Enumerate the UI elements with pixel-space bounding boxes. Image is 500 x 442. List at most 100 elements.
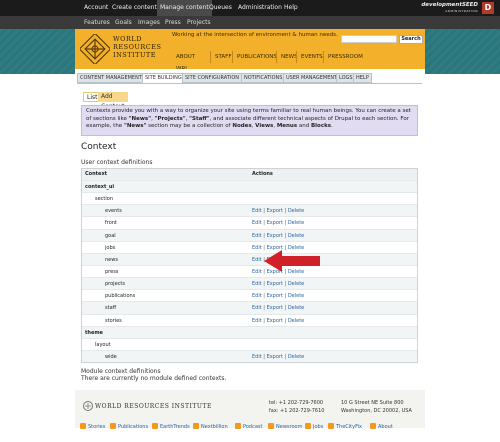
feed-link[interactable]: Newsroom <box>268 422 302 432</box>
subbar-link-features[interactable]: Features <box>84 16 110 29</box>
desc-bold: "News" <box>123 123 147 130</box>
module-contexts-title: Module context definitions <box>81 368 161 375</box>
table-row: press Edit | Export | Delete <box>82 264 417 278</box>
feed-link[interactable]: EarthTrends <box>152 422 190 432</box>
delete-link[interactable]: Delete <box>288 305 304 311</box>
feed-label: About <box>378 424 393 430</box>
search-button[interactable]: Search <box>399 35 423 44</box>
tab-site-configuration[interactable]: SITE CONFIGURATION <box>182 73 243 83</box>
tab-site-building[interactable]: SITE BUILDING <box>142 73 185 83</box>
feed-link[interactable]: Stories <box>80 422 105 432</box>
export-link[interactable]: Export <box>267 281 283 287</box>
wri-knot-logo-icon[interactable] <box>80 34 110 64</box>
edit-link[interactable]: Edit <box>252 281 262 287</box>
admin-link-create-content[interactable]: Create content <box>112 0 157 16</box>
feed-label: TheCityFix <box>336 424 362 430</box>
feed-link[interactable]: Publications <box>110 422 148 432</box>
export-link[interactable]: Export <box>267 220 283 226</box>
desc-text: and <box>297 123 311 130</box>
table-row: goal Edit | Export | Delete <box>82 228 417 241</box>
subbar-link-projects[interactable]: Projects <box>187 16 211 29</box>
edit-link[interactable]: Edit <box>252 305 262 311</box>
brand-mark-icon: D <box>482 2 494 14</box>
subbar-link-images[interactable]: Images <box>138 16 160 29</box>
context-table: Context Actions context_ui section events E… <box>81 168 418 364</box>
search-input[interactable] <box>341 35 397 43</box>
admin-link-manage-content[interactable]: Manage content <box>157 0 212 16</box>
table-row: layout <box>82 337 417 350</box>
table-row: events Edit | Export | Delete <box>82 204 417 217</box>
table-row: wide Edit | Export | Delete <box>82 349 417 363</box>
export-link[interactable]: Export <box>267 354 283 360</box>
footer-address-line1: 10 G Street NE Suite 800 <box>341 400 404 406</box>
table-row: theme <box>82 325 417 338</box>
tab-divider <box>77 83 422 84</box>
delete-link[interactable]: Delete <box>288 281 304 287</box>
table-row: staff Edit | Export | Delete <box>82 301 417 314</box>
delete-link[interactable]: Delete <box>288 293 304 299</box>
rss-icon <box>305 423 311 429</box>
rss-icon <box>152 423 158 429</box>
table-row: newsEdit | Export | Delete <box>82 252 417 265</box>
desc-bold: Blocks <box>310 123 332 130</box>
admin-link-help[interactable]: Help <box>284 0 298 16</box>
edit-link[interactable]: Edit <box>252 269 262 275</box>
feed-link[interactable]: Podcast <box>235 422 262 432</box>
feed-link[interactable]: TheCityFix <box>328 422 362 432</box>
tab-notifications[interactable]: NOTIFICATIONS <box>241 73 286 83</box>
edit-link[interactable]: Edit <box>252 354 262 360</box>
nav-publications[interactable]: PUBLICATIONS <box>232 51 281 63</box>
tab-content-management[interactable]: CONTENT MANAGEMENT <box>77 73 145 83</box>
tab-user-management[interactable]: USER MANAGEMENT <box>283 73 341 83</box>
rss-icon <box>328 423 334 429</box>
column-header-context: Context <box>85 171 108 177</box>
feed-label: Jobs <box>313 424 324 430</box>
rss-icon <box>193 423 199 429</box>
admin-link-administration[interactable]: Administration <box>238 0 282 16</box>
export-link[interactable]: Export <box>267 293 283 299</box>
export-link[interactable]: Export <box>267 305 283 311</box>
desc-bold: "Staff" <box>189 115 210 122</box>
export-link[interactable]: Export <box>267 318 283 324</box>
delete-link[interactable]: Delete <box>288 233 304 239</box>
subtab-add-context[interactable]: Add Context <box>98 92 128 110</box>
feed-label: Stories <box>88 424 106 430</box>
nav-pressroom[interactable]: PRESSROOM <box>323 51 367 63</box>
delete-link[interactable]: Delete <box>288 208 304 214</box>
admin-link-account[interactable]: Account <box>84 0 108 16</box>
delete-link[interactable]: Delete <box>288 318 304 324</box>
development-seed-logo[interactable]: developmentSEED ADMINISTRATION <box>414 2 478 14</box>
feed-label: EarthTrends <box>160 424 190 430</box>
edit-link[interactable]: Edit <box>252 318 262 324</box>
subbar-link-goals[interactable]: Goals <box>115 16 132 29</box>
org-name-line1: WORLD <box>113 35 142 43</box>
footer-address-line2: Washington, DC 20002, USA <box>341 408 412 414</box>
delete-link[interactable]: Delete <box>288 354 304 360</box>
edit-link[interactable]: Edit <box>252 293 262 299</box>
table-row: jobs Edit | Export | Delete <box>82 240 417 253</box>
edit-link[interactable]: Edit <box>252 233 262 239</box>
desc-text: . <box>331 123 333 130</box>
nav-about-wri[interactable]: ABOUT WRI <box>172 51 199 72</box>
edit-link[interactable]: Edit <box>252 257 262 263</box>
desc-bold: Menus <box>276 123 298 130</box>
export-link[interactable]: Export <box>267 208 283 214</box>
edit-link[interactable]: Edit <box>252 220 262 226</box>
feed-link[interactable]: Jobs <box>305 422 323 432</box>
tab-help[interactable]: HELP <box>353 73 372 83</box>
desc-bold: "Projects" <box>154 115 186 122</box>
table-row: section <box>82 192 417 205</box>
feed-link[interactable]: Nextbillion <box>193 422 228 432</box>
delete-link[interactable]: Delete <box>288 220 304 226</box>
feed-link[interactable]: About <box>370 422 393 432</box>
edit-link[interactable]: Edit <box>252 208 262 214</box>
admin-link-queues[interactable]: Queues <box>209 0 232 16</box>
feed-label: Podcast <box>243 424 263 430</box>
org-name-line2: RESOURCES <box>113 43 162 51</box>
feed-label: Nextbillion <box>201 424 228 430</box>
org-name[interactable]: WORLD RESOURCES INSTITUTE <box>113 35 161 59</box>
edit-link[interactable]: Edit <box>252 245 262 251</box>
subbar-link-press[interactable]: Press <box>165 16 181 29</box>
help-description: Contexts provide you with a way to organ… <box>81 105 418 136</box>
export-link[interactable]: Export <box>267 233 283 239</box>
